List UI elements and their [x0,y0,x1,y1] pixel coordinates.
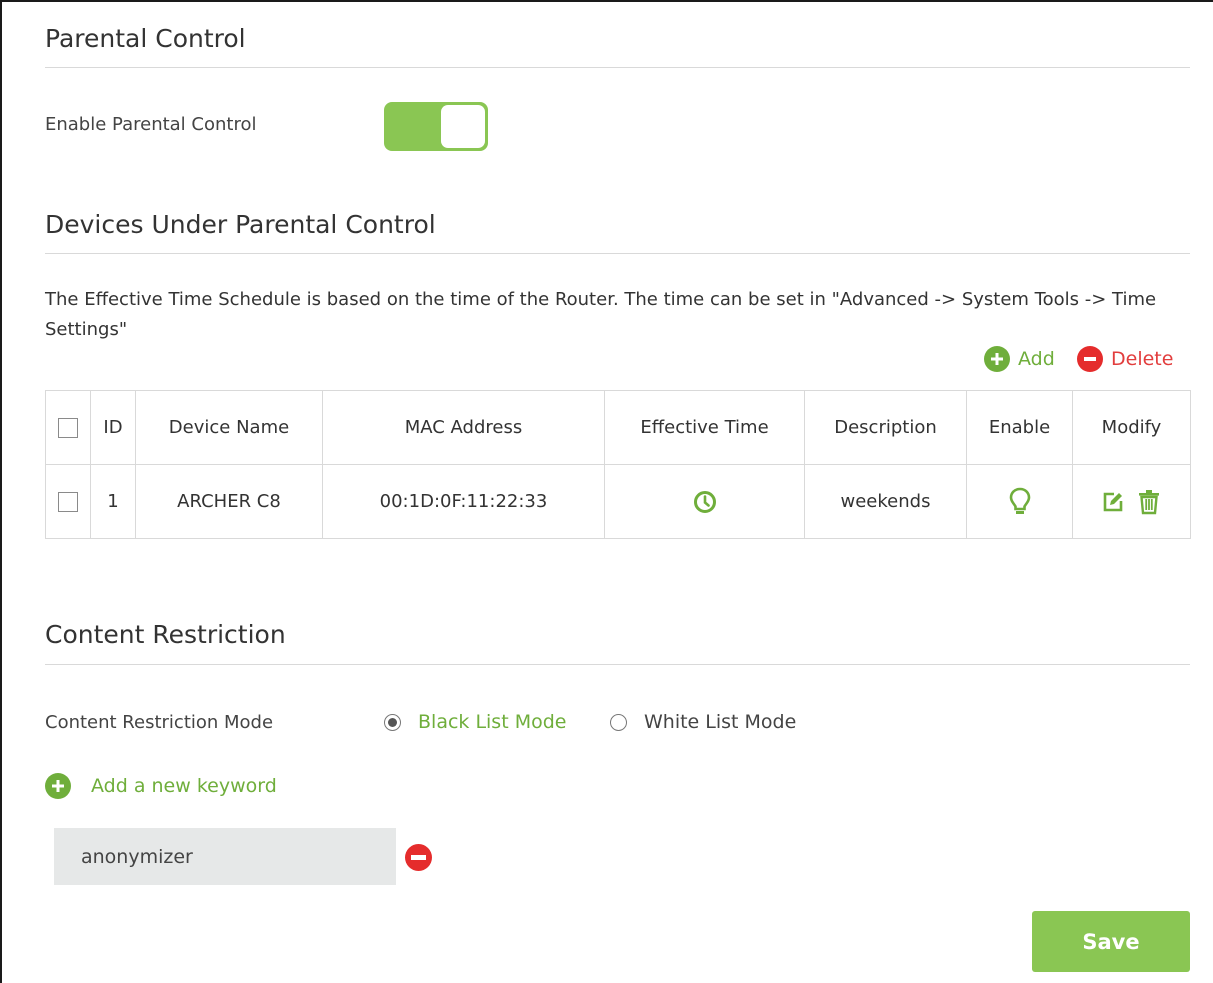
row-effective-time [604,464,805,539]
table-row: 1 ARCHER C8 00:1D:0F:11:22:33 weekends [45,464,1191,539]
column-header-mac-address: MAC Address [322,390,605,465]
add-device-button[interactable]: Add [984,344,1055,374]
minus-circle-icon [1077,346,1103,372]
delete-device-button[interactable]: Delete [1077,344,1173,374]
enable-parental-control-toggle[interactable] [384,102,488,151]
radio-selected-icon [384,713,401,731]
row-device-name: ARCHER C8 [135,464,323,539]
plus-circle-icon [984,346,1010,372]
row-id: 1 [90,464,136,539]
column-header-enable: Enable [966,390,1073,465]
row-enable [966,464,1073,539]
toggle-knob [441,105,485,148]
trash-icon[interactable] [1137,489,1161,515]
row-select-cell [45,464,91,539]
divider [45,664,1190,665]
plus-circle-icon [45,773,71,799]
column-header-description: Description [804,390,967,465]
column-header-modify: Modify [1072,390,1191,465]
devices-section-title: Devices Under Parental Control [45,210,436,239]
enable-parental-control-label: Enable Parental Control [45,114,257,135]
add-keyword-button[interactable]: Add a new keyword [45,773,277,799]
row-description: weekends [804,464,967,539]
column-header-device-name: Device Name [135,390,323,465]
devices-table: ID Device Name MAC Address Effective Tim… [45,390,1191,539]
clock-icon[interactable] [693,490,717,514]
divider [45,67,1190,68]
table-header-row: ID Device Name MAC Address Effective Tim… [45,390,1191,465]
column-header-effective-time: Effective Time [604,390,805,465]
select-all-checkbox[interactable] [58,418,78,438]
white-list-mode-radio[interactable]: White List Mode [610,711,796,733]
keyword-input[interactable] [54,828,396,885]
radio-unselected-icon [610,713,627,731]
content-restriction-title: Content Restriction [45,620,286,649]
select-all-cell [45,390,91,465]
divider [45,253,1190,254]
row-checkbox[interactable] [58,492,78,512]
row-modify [1072,464,1191,539]
content-restriction-mode-label: Content Restriction Mode [45,712,274,733]
lightbulb-icon[interactable] [1009,487,1031,517]
remove-keyword-button[interactable] [405,844,432,871]
parental-control-title: Parental Control [45,24,246,53]
add-keyword-label: Add a new keyword [91,775,277,797]
save-button[interactable]: Save [1032,911,1190,972]
delete-label: Delete [1111,348,1174,370]
column-header-id: ID [90,390,136,465]
minus-circle-icon [411,855,426,860]
black-list-mode-radio[interactable]: Black List Mode [384,711,566,733]
time-schedule-note: The Effective Time Schedule is based on … [45,289,1157,340]
white-list-mode-label: White List Mode [644,711,797,733]
add-label: Add [1018,348,1055,370]
edit-icon[interactable] [1102,491,1124,513]
row-mac-address: 00:1D:0F:11:22:33 [322,464,605,539]
black-list-mode-label: Black List Mode [418,711,567,733]
